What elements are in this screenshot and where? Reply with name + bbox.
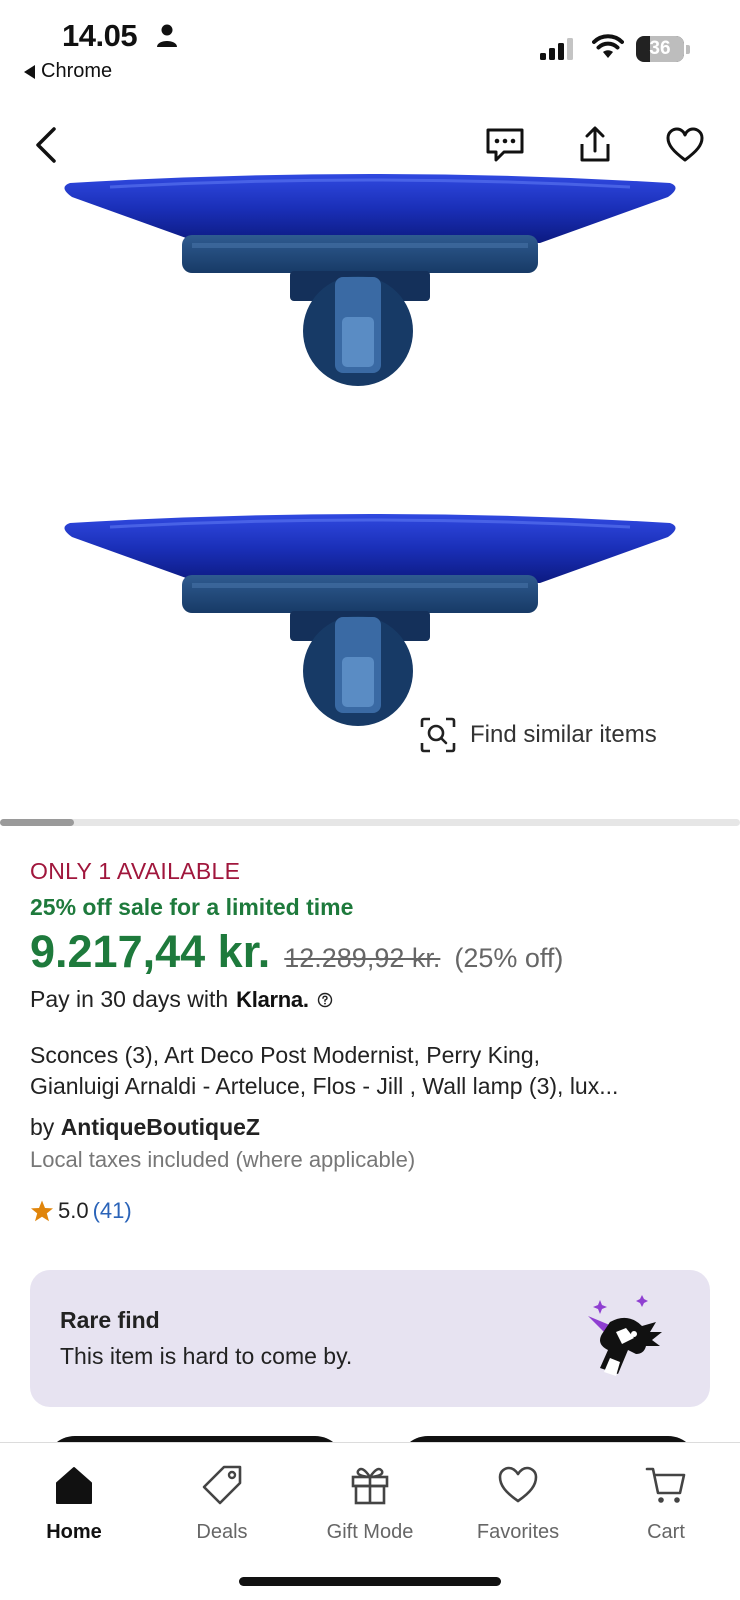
share-button[interactable] [570, 120, 620, 170]
back-arrow-icon [36, 127, 56, 163]
chat-icon [486, 128, 524, 162]
tab-gift-mode-label: Gift Mode [326, 1521, 414, 1543]
review-count[interactable]: (41) [93, 1198, 132, 1224]
home-indicator[interactable] [239, 1577, 501, 1586]
back-button[interactable] [22, 120, 72, 170]
seller-row[interactable]: by AntiqueBoutiqueZ [30, 1114, 260, 1141]
discount-label: (25% off) [454, 943, 564, 973]
seller-name[interactable]: AntiqueBoutiqueZ [61, 1114, 260, 1140]
person-icon [157, 24, 177, 47]
product-image-sconce[interactable] [50, 167, 690, 407]
tab-cart[interactable]: Cart [592, 1463, 740, 1553]
rating-row[interactable]: 5.0 (41) [30, 1198, 132, 1224]
tab-gift-mode[interactable]: Gift Mode [296, 1463, 444, 1553]
wifi-icon [592, 34, 624, 58]
tab-deals[interactable]: Deals [148, 1463, 296, 1553]
product-image-sconce[interactable] [50, 507, 690, 747]
favorite-button[interactable] [660, 120, 710, 170]
heart-icon [666, 127, 704, 162]
tab-cart-label: Cart [647, 1521, 685, 1543]
tab-home[interactable]: Home [0, 1463, 148, 1553]
klarna-logo: Klarna. [236, 986, 309, 1012]
listing-title[interactable]: Sconces (3), Art Deco Post Modernist, Pe… [30, 1040, 720, 1102]
tag-icon [202, 1465, 242, 1505]
signal-icon [540, 38, 573, 60]
listing-title-line: Gianluigi Arnaldi - Arteluce, Flos - Jil… [30, 1073, 619, 1099]
unicorn-icon [588, 1295, 662, 1376]
home-icon [56, 1467, 92, 1504]
rating-value: 5.0 [58, 1198, 89, 1223]
rare-find-title: Rare find [60, 1307, 160, 1333]
visual-search-icon [420, 717, 456, 753]
gallery-progress-bar [0, 819, 740, 826]
battery-level: 36 [649, 38, 671, 59]
find-similar-button[interactable]: Find similar items [420, 717, 657, 753]
battery-icon: 36 [636, 36, 690, 62]
sale-price: 9.217,44 kr. [30, 926, 271, 977]
status-bar: 14.05 Chrome 36 [0, 0, 740, 95]
klarna-row[interactable]: Pay in 30 days with Klarna. [30, 986, 333, 1013]
message-seller-button[interactable] [480, 120, 530, 170]
status-time: 14.05 [62, 18, 138, 53]
listing-title-line: Sconces (3), Art Deco Post Modernist, Pe… [30, 1042, 541, 1068]
tab-favorites[interactable]: Favorites [444, 1463, 592, 1553]
tab-favorites-label: Favorites [476, 1521, 560, 1543]
taxes-note: Local taxes included (where applicable) [30, 1147, 416, 1172]
help-icon[interactable] [317, 992, 333, 1008]
back-to-app-link[interactable]: Chrome [24, 60, 112, 83]
original-price: 12.289,92 kr. [284, 943, 441, 973]
share-icon [580, 126, 610, 162]
availability-label: ONLY 1 AVAILABLE [30, 858, 241, 884]
sale-note: 25% off sale for a limited time [30, 894, 354, 920]
gallery-progress-thumb [0, 819, 74, 826]
tab-deals-label: Deals [196, 1521, 248, 1543]
product-image-gallery[interactable]: Find similar items [0, 95, 740, 795]
price-row: 9.217,44 kr. 12.289,92 kr. (25% off) [30, 926, 563, 978]
pay-later-text: Pay in 30 days with [30, 986, 229, 1012]
back-app-label: Chrome [41, 60, 113, 82]
find-similar-label: Find similar items [470, 721, 657, 748]
back-triangle-icon [24, 64, 35, 79]
gift-icon [351, 1467, 389, 1505]
rare-find-card: Rare find This item is hard to come by. [30, 1270, 710, 1407]
tab-home-label: Home [46, 1521, 102, 1543]
favorites-heart-icon [498, 1466, 538, 1503]
rare-find-subtitle: This item is hard to come by. [60, 1343, 353, 1369]
cart-icon [645, 1467, 686, 1503]
by-label: by [30, 1114, 55, 1140]
star-icon [31, 1200, 53, 1222]
